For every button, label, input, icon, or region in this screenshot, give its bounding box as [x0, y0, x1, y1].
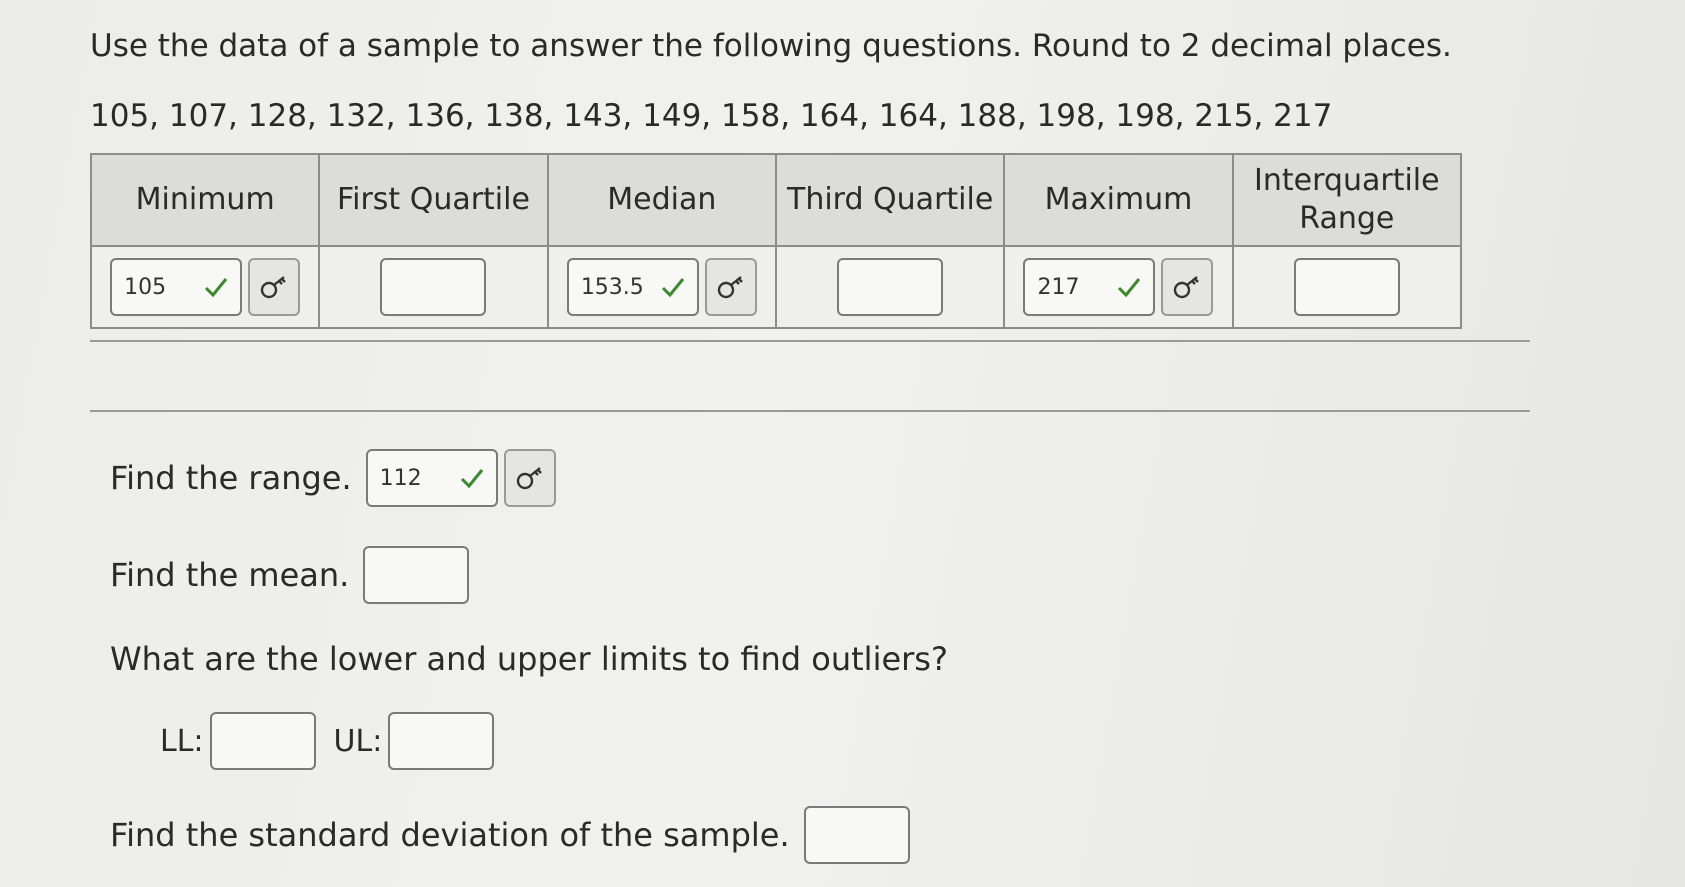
- minimum-answer-value: 105: [124, 274, 167, 300]
- mean-question: Find the mean.: [110, 546, 470, 604]
- header-third-quartile: Third Quartile: [774, 153, 1006, 247]
- stdev-label: Find the standard deviation of the sampl…: [110, 816, 790, 854]
- header-maximum: Maximum: [1003, 153, 1234, 247]
- cell-median: 153.5: [546, 245, 777, 329]
- check-icon: [661, 278, 684, 298]
- outlier-limits: LL: UL:: [160, 712, 495, 770]
- header-minimum: Minimum: [89, 153, 321, 247]
- cell-minimum: 105: [89, 245, 321, 329]
- cell-maximum: 217: [1003, 245, 1234, 329]
- median-answer-field[interactable]: 153.5: [566, 258, 699, 316]
- range-question: Find the range. 112: [110, 449, 556, 507]
- table-header-row: Minimum First Quartile Median Third Quar…: [89, 153, 1463, 247]
- key-icon: [717, 276, 743, 299]
- stdev-input[interactable]: [803, 806, 910, 864]
- minimum-key-button[interactable]: [248, 258, 301, 316]
- range-answer-value: 112: [379, 465, 422, 491]
- maximum-answer-field[interactable]: 217: [1023, 258, 1156, 316]
- mean-input[interactable]: [363, 546, 470, 604]
- first-quartile-input[interactable]: [380, 258, 487, 316]
- range-key-button[interactable]: [503, 449, 556, 507]
- median-key-button[interactable]: [704, 258, 757, 316]
- divider: [90, 340, 1530, 342]
- table-row: 105 153.5 217: [89, 245, 1463, 329]
- upper-limit-label: UL:: [333, 723, 383, 759]
- outliers-question: What are the lower and upper limits to f…: [110, 640, 948, 678]
- iqr-input[interactable]: [1293, 258, 1400, 316]
- range-answer-field[interactable]: 112: [365, 449, 498, 507]
- minimum-answer-field[interactable]: 105: [110, 258, 243, 316]
- mean-label: Find the mean.: [110, 556, 350, 594]
- outliers-label: What are the lower and upper limits to f…: [110, 640, 948, 678]
- third-quartile-input[interactable]: [837, 258, 944, 316]
- median-answer-value: 153.5: [580, 274, 644, 300]
- question-prompt: Use the data of a sample to answer the f…: [90, 28, 1452, 64]
- lower-limit-input[interactable]: [209, 712, 316, 770]
- header-iqr: Interquartile Range: [1231, 153, 1463, 247]
- upper-limit-input[interactable]: [388, 712, 495, 770]
- cell-first-quartile: [318, 245, 549, 329]
- maximum-answer-value: 217: [1037, 274, 1080, 300]
- key-icon: [1174, 276, 1200, 299]
- divider: [90, 410, 1530, 412]
- cell-third-quartile: [774, 245, 1006, 329]
- check-icon: [460, 469, 483, 489]
- lower-limit-label: LL:: [160, 723, 204, 759]
- maximum-key-button[interactable]: [1161, 258, 1214, 316]
- header-first-quartile: First Quartile: [318, 153, 549, 247]
- key-icon: [260, 276, 287, 299]
- cell-iqr: [1231, 245, 1463, 329]
- range-label: Find the range.: [110, 459, 352, 497]
- dataset-values: 105, 107, 128, 132, 136, 138, 143, 149, …: [90, 98, 1333, 134]
- five-number-summary-table: Minimum First Quartile Median Third Quar…: [89, 153, 1463, 329]
- header-median: Median: [546, 153, 777, 247]
- check-icon: [205, 278, 228, 298]
- stdev-question: Find the standard deviation of the sampl…: [110, 806, 910, 864]
- key-icon: [516, 467, 542, 490]
- check-icon: [1118, 278, 1141, 298]
